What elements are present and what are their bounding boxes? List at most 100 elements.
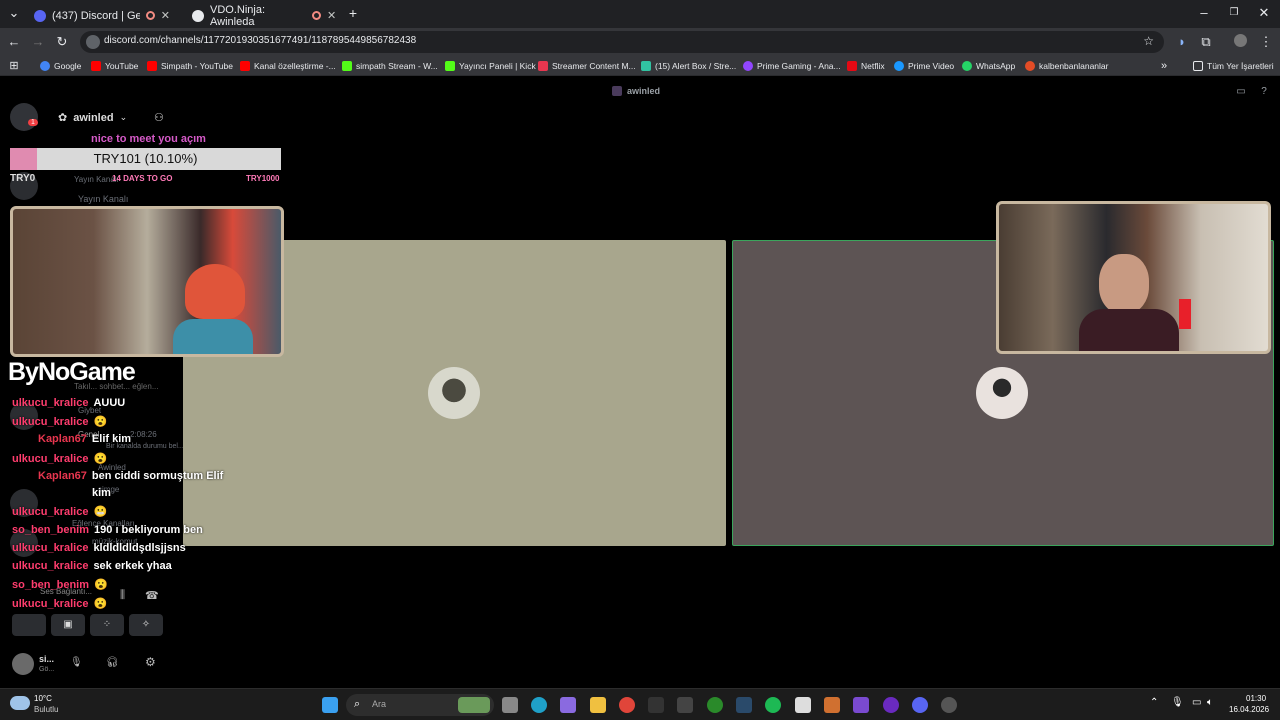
tab-discord[interactable]: (437) Discord | Genel Sohbe ✕ [26,3,178,28]
reload-icon[interactable]: ↻ [54,34,70,50]
bookmark-kanal[interactable]: Kanal özelleştirme -... [240,59,336,73]
camera-off-button[interactable] [12,614,46,636]
bookmark-prime-video[interactable]: Prime Video [894,59,954,73]
youtube-icon [91,61,101,71]
copilot-icon[interactable] [560,697,576,713]
more-bookmarks-button[interactable]: » [1161,59,1167,73]
forward-icon[interactable]: → [30,34,46,50]
apps-grid-icon[interactable]: ⊞ [6,58,22,74]
spotify-icon[interactable] [765,697,781,713]
file-explorer-icon[interactable] [590,697,606,713]
tray-chevron-icon[interactable]: ⌃ [1150,697,1158,708]
bookmark-kick-panel[interactable]: Yayıncı Paneli | Kick [445,59,536,73]
minimize-icon[interactable]: – [1196,5,1212,21]
discord-home-icon[interactable] [10,103,38,131]
bookmark-google[interactable]: Google [40,59,81,73]
chat-username: ulkucu_kralice [12,542,89,554]
weather-temp[interactable]: 10°C [34,694,52,703]
maximize-icon[interactable]: ❐ [1226,5,1242,21]
clipchamp-icon[interactable] [853,697,869,713]
new-tab-button[interactable]: + [345,5,361,21]
all-bookmarks-folder[interactable]: Tüm Yer İşaretleri [1193,59,1274,73]
add-user-icon[interactable]: ⚇ [154,111,164,124]
chrome-icon[interactable] [619,697,635,713]
menu-kebab-icon[interactable]: ⋮ [1258,34,1274,50]
bookmark-star-icon[interactable]: ☆ [1143,34,1154,48]
taskbar-search[interactable]: ⌕ Ara [346,694,494,716]
bookmark-label: simpath Stream - W... [356,61,438,71]
inbox-icon[interactable]: ▭ [1233,84,1249,100]
help-icon[interactable]: ? [1256,84,1272,100]
capcut-icon[interactable] [795,697,811,713]
bookmark-alert-box[interactable]: (15) Alert Box / Stre... [641,59,736,73]
screen-share-button[interactable]: ▣ [51,614,85,636]
disconnect-icon[interactable]: ☎ [145,589,159,602]
chat-username: Kaplan67 [38,433,87,445]
bookmark-youtube[interactable]: YouTube [91,59,138,73]
search-placeholder: Ara [372,699,387,709]
whatsapp-icon [962,61,972,71]
activities-button[interactable]: ⁘ [90,614,124,636]
obs-icon[interactable] [883,697,899,713]
bookmark-simpath-youtube[interactable]: Simpath - YouTube [147,59,233,73]
steam-icon[interactable] [736,697,752,713]
soundboard-button[interactable]: ✧ [129,614,163,636]
tray-network-icon[interactable]: ▭ [1192,697,1201,708]
close-tab-icon[interactable]: ✕ [161,9,170,22]
close-window-icon[interactable]: ✕ [1256,5,1272,21]
back-icon[interactable]: ← [6,34,22,50]
microphone-light [1179,299,1191,329]
bookmark-label: Prime Gaming - Ana... [757,61,841,71]
goal-target: TRY1000 [246,174,280,183]
windows-start-icon[interactable] [322,697,338,713]
extensions-puzzle-icon[interactable]: ⧉ [1198,34,1214,50]
bookmark-kalbenbanlananlar[interactable]: kalbenbanlananlar [1025,59,1108,73]
chat-message: ulkucu_kralice AUUU [12,397,125,409]
channel-title-text: awinled [627,86,661,96]
server-header[interactable]: ✿ awinled ⌄ [58,111,127,125]
chat-username: ulkucu_kralice [12,506,89,518]
youtube-icon [240,61,250,71]
site-info-icon[interactable] [86,35,100,49]
epic-games-icon[interactable] [648,697,664,713]
tray-mic-icon[interactable]: 🎙︎ [1171,697,1184,708]
url-bar[interactable]: discord.com/channels/1177201930351677491… [80,31,1164,53]
goal-top-text: nice to meet you açım [91,133,206,145]
bookmark-streamer-content[interactable]: Streamer Content M... [538,59,636,73]
tray-volume-icon[interactable]: 🔈︎ [1207,697,1213,708]
tab-list-chevron-icon[interactable]: ⌄ [6,5,22,21]
bookmark-netflix[interactable]: Netflix [847,59,885,73]
task-view-icon[interactable] [502,697,518,713]
clock-date: 16.04.2026 [1229,705,1270,714]
app-icon[interactable] [941,697,957,713]
chat-text: 😮 [93,416,108,428]
profile-avatar-icon[interactable] [1232,34,1248,50]
bookmark-simpath-stream[interactable]: simpath Stream - W... [342,59,438,73]
recording-icon [145,11,155,20]
close-tab-icon[interactable]: ✕ [327,9,336,22]
amazon-games-icon[interactable] [677,697,693,713]
microphone-icon[interactable]: 🎙︎ [70,657,83,668]
edge-icon[interactable] [531,697,547,713]
user-avatar[interactable] [12,653,34,675]
url-text: discord.com/channels/1177201930351677491… [104,35,417,46]
streamer-camera-right [996,201,1271,354]
youtube-icon [147,61,157,71]
bookmark-prime-gaming[interactable]: Prime Gaming - Ana... [743,59,841,73]
bookmark-whatsapp[interactable]: WhatsApp [962,59,1015,73]
app-icon[interactable] [824,697,840,713]
tab-third[interactable]: ✕ [304,3,342,28]
recording-icon [312,11,321,20]
search-icon: ⌕ [354,698,361,710]
headphones-icon[interactable]: 🎧︎ [106,657,119,668]
chat-text: AUUU [93,397,126,409]
settings-gear-icon[interactable]: ⚙ [145,655,156,669]
discord-icon[interactable] [912,697,928,713]
xbox-icon[interactable] [707,697,723,713]
clock-time[interactable]: 01:30 [1246,694,1266,703]
tab-vdo-ninja[interactable]: VDO.Ninja: Awinleda [184,3,302,28]
google-icon [40,61,50,71]
extension-icon[interactable]: ◗ [1174,34,1190,50]
noise-suppression-icon[interactable]: ⫼ [120,589,125,602]
stream-channel[interactable]: Yayın Kanalı [78,194,128,204]
